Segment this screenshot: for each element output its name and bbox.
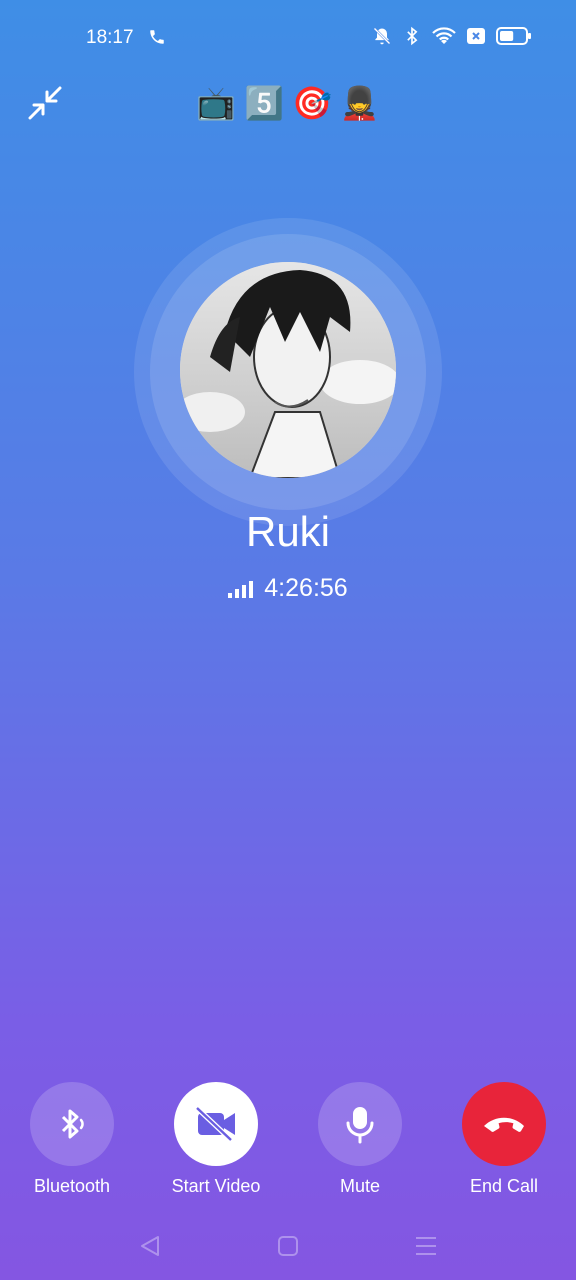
tv-emoji: 📺 <box>196 84 237 122</box>
start-video-button[interactable] <box>174 1082 258 1166</box>
bluetooth-control[interactable]: Bluetooth <box>12 1082 132 1197</box>
end-call-control[interactable]: End Call <box>444 1082 564 1197</box>
mute-control[interactable]: Mute <box>300 1082 420 1197</box>
caller-avatar <box>180 262 396 478</box>
recents-icon[interactable] <box>414 1234 438 1258</box>
keycap-five-emoji: 5️⃣ <box>244 84 284 122</box>
navigation-bar <box>0 1226 576 1266</box>
mute-button[interactable] <box>318 1082 402 1166</box>
video-off-icon <box>195 1106 235 1142</box>
call-status: 4:26:56 <box>0 574 576 603</box>
call-controls: Bluetooth Start Video Mute End Call <box>0 1082 576 1202</box>
end-call-label: End Call <box>469 1176 539 1196</box>
start-video-label: Start Video <box>171 1176 261 1196</box>
emoji-row: 📺 5️⃣ 🎯 💂 <box>0 84 576 122</box>
video-control[interactable]: Start Video <box>156 1082 276 1197</box>
caller-name: Ruki <box>245 508 331 555</box>
sim-x-icon <box>467 28 485 44</box>
hang-up-icon <box>484 1117 524 1132</box>
battery-icon <box>496 27 531 45</box>
status-time: 18:17 <box>86 27 134 48</box>
target-emoji: 🎯 <box>292 84 332 122</box>
wifi-icon <box>432 27 456 44</box>
end-call-button[interactable] <box>462 1082 546 1166</box>
bluetooth-audio-icon <box>61 1109 84 1139</box>
back-icon[interactable] <box>138 1234 162 1258</box>
mute-notifications-icon <box>373 27 391 45</box>
bluetooth-button[interactable] <box>30 1082 114 1166</box>
microphone-icon <box>346 1107 374 1144</box>
mute-label: Mute <box>339 1176 381 1196</box>
phone-call-icon <box>150 30 164 44</box>
status-bar: 18:17 <box>0 0 576 78</box>
home-icon[interactable] <box>276 1234 300 1258</box>
signal-strength-icon <box>228 580 254 598</box>
call-duration: 4:26:56 <box>264 574 348 602</box>
guard-emoji: 💂 <box>339 84 380 122</box>
bluetooth-label: Bluetooth <box>33 1176 111 1196</box>
bluetooth-icon <box>407 26 418 46</box>
